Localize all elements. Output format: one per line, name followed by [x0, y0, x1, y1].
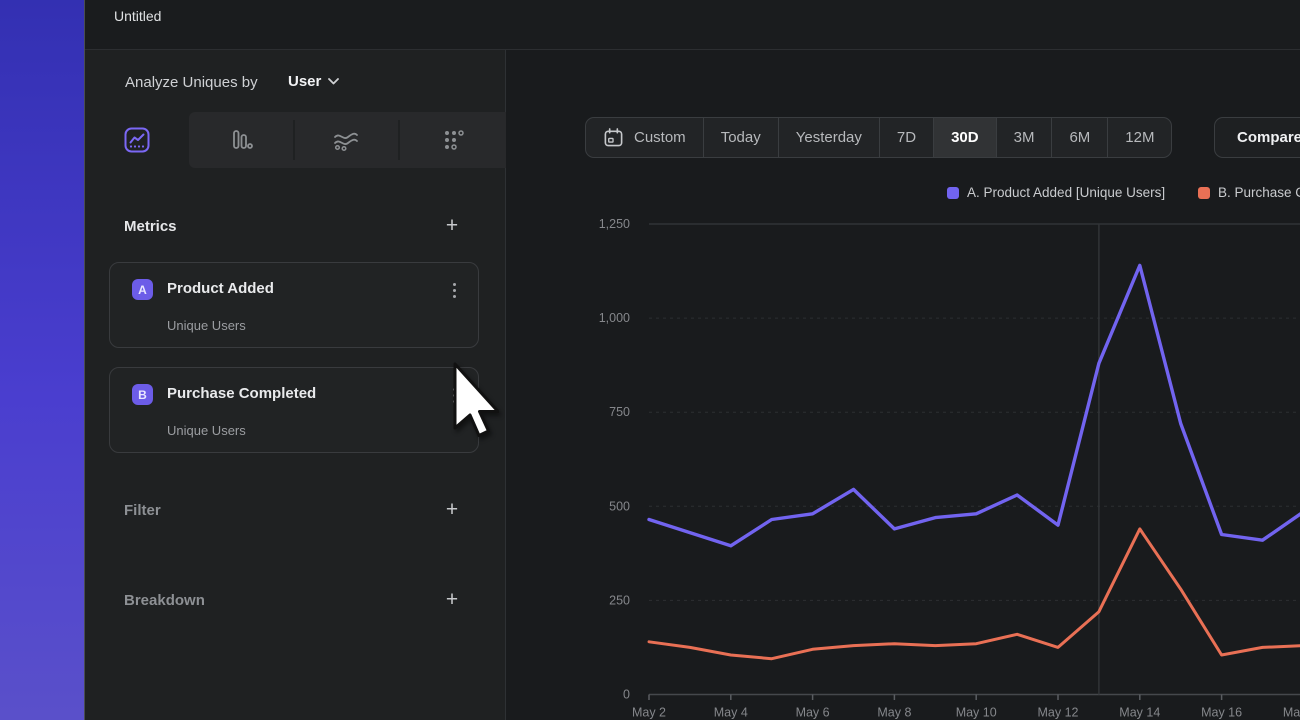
range-6m[interactable]: 6M — [1052, 118, 1108, 157]
query-sidebar: Analyze Uniques by User — [85, 50, 506, 720]
add-filter-button[interactable]: + — [442, 501, 462, 521]
range-3m[interactable]: 3M — [997, 118, 1053, 157]
report-title: Untitled — [114, 8, 161, 24]
analyze-label: Analyze Uniques by — [125, 74, 258, 91]
metrics-heading: Metrics — [124, 218, 177, 235]
top-header-bar: Untitled — [85, 0, 1300, 50]
bar-chart-icon — [228, 127, 254, 153]
metric-subtitle: Unique Users — [167, 423, 246, 438]
svg-text:0: 0 — [623, 688, 630, 702]
svg-text:1,000: 1,000 — [599, 311, 630, 325]
flow-icon — [332, 127, 360, 153]
svg-text:May 4: May 4 — [714, 706, 748, 720]
svg-text:May 12: May 12 — [1038, 706, 1079, 720]
metric-options-button[interactable] — [446, 386, 462, 404]
calendar-icon — [603, 127, 624, 148]
range-today[interactable]: Today — [704, 118, 779, 157]
metric-title: Product Added — [167, 280, 274, 297]
metric-card-purchase-completed[interactable]: B Purchase Completed Unique Users — [109, 367, 479, 453]
range-custom[interactable]: Custom — [586, 118, 704, 157]
chart-type-tabs — [85, 112, 506, 168]
compare-button[interactable]: Compare — [1214, 117, 1300, 158]
svg-text:May 10: May 10 — [956, 706, 997, 720]
svg-text:1,250: 1,250 — [599, 217, 630, 231]
svg-text:May 18: May 18 — [1283, 706, 1300, 720]
add-metric-button[interactable]: + — [442, 217, 462, 237]
svg-text:May 2: May 2 — [632, 706, 666, 720]
metric-badge-a: A — [132, 279, 153, 300]
analyze-by-dropdown[interactable]: User — [288, 73, 339, 90]
line-chart-icon — [124, 127, 150, 153]
chevron-down-icon — [328, 78, 339, 85]
range-yesterday[interactable]: Yesterday — [779, 118, 880, 157]
add-breakdown-button[interactable]: + — [442, 591, 462, 611]
range-30d[interactable]: 30D — [934, 118, 997, 157]
grid-dots-icon — [440, 127, 466, 153]
breakdown-heading: Breakdown — [124, 592, 205, 609]
metric-subtitle: Unique Users — [167, 318, 246, 333]
tab-line-chart[interactable] — [85, 112, 189, 168]
metric-title: Purchase Completed — [167, 385, 316, 402]
svg-text:250: 250 — [609, 593, 630, 607]
filter-heading: Filter — [124, 502, 161, 519]
metric-options-button[interactable] — [446, 281, 462, 299]
metric-badge-b: B — [132, 384, 153, 405]
tab-bar-chart[interactable] — [189, 112, 293, 168]
chart-panel: Custom Today Yesterday 7D 30D 3M 6M 12M … — [507, 50, 1300, 720]
range-7d[interactable]: 7D — [880, 118, 934, 157]
date-range-tabs: Custom Today Yesterday 7D 30D 3M 6M 12M — [585, 117, 1172, 158]
svg-text:May 6: May 6 — [796, 706, 830, 720]
svg-text:May 16: May 16 — [1201, 706, 1242, 720]
metric-card-product-added[interactable]: A Product Added Unique Users — [109, 262, 479, 348]
desktop-background — [0, 0, 84, 720]
svg-text:500: 500 — [609, 499, 630, 513]
analyze-by-value: User — [288, 73, 321, 90]
analyze-row: Analyze Uniques by User — [85, 50, 506, 112]
svg-text:May 8: May 8 — [877, 706, 911, 720]
svg-text:May 14: May 14 — [1119, 706, 1160, 720]
svg-text:750: 750 — [609, 405, 630, 419]
app-window: Untitled Analyze Uniques by User — [84, 0, 1300, 720]
tab-metric-grid[interactable] — [399, 112, 506, 168]
line-chart-svg: 0 250 500 750 1,000 1,250 May 2 May 4 May 6 May 8… — [507, 174, 1300, 720]
tab-flow-chart[interactable] — [294, 112, 398, 168]
range-12m[interactable]: 12M — [1108, 118, 1171, 157]
